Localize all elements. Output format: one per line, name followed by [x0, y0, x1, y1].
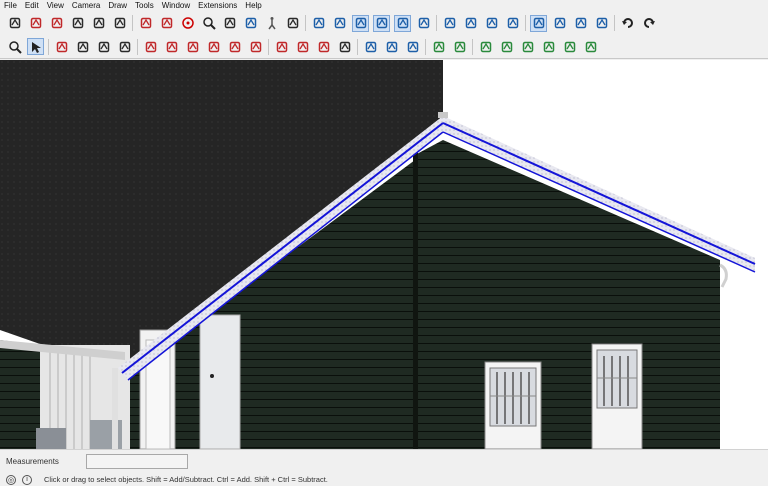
gutter-end	[719, 263, 728, 288]
menu-file[interactable]: File	[4, 0, 17, 11]
warehouse-icon[interactable]	[540, 38, 557, 55]
toolbar-separator	[472, 38, 473, 55]
status-hint: Click or drag to select objects. Shift =…	[44, 475, 328, 484]
zoom-extents-icon[interactable]	[221, 15, 238, 32]
dimension-icon[interactable]	[294, 38, 311, 55]
user-icon[interactable]	[451, 38, 468, 55]
back-wall	[0, 340, 40, 449]
push-pull-icon[interactable]	[142, 38, 159, 55]
ridge-cap	[438, 112, 448, 118]
drawing-toolbar	[0, 35, 768, 59]
sandbox-icon[interactable]	[383, 38, 400, 55]
menu-edit[interactable]: Edit	[25, 0, 39, 11]
measurements-input[interactable]	[86, 454, 188, 469]
status-bar: ◎ i Click or drag to select objects. Shi…	[0, 473, 768, 486]
window-left	[484, 361, 542, 449]
layers-icon[interactable]	[404, 38, 421, 55]
follow-me-icon[interactable]	[163, 38, 180, 55]
pencil-icon[interactable]	[74, 38, 91, 55]
dynamic-component-icon[interactable]	[477, 38, 494, 55]
outliner-icon[interactable]	[561, 38, 578, 55]
window-right	[591, 343, 643, 449]
top-view-icon[interactable]	[331, 15, 348, 32]
back-edges-icon[interactable]	[483, 15, 500, 32]
right-view-icon[interactable]	[373, 14, 390, 32]
menu-draw[interactable]: Draw	[108, 0, 127, 11]
measurements-bar: Measurements	[0, 449, 768, 473]
menu-view[interactable]: View	[47, 0, 64, 11]
walk-icon[interactable]	[263, 15, 280, 32]
xray-icon[interactable]	[462, 15, 479, 32]
door-glass	[199, 314, 241, 449]
rotate-icon[interactable]	[48, 15, 65, 32]
rotate-icon[interactable]	[205, 38, 222, 55]
measurements-label: Measurements	[6, 457, 59, 466]
menu-extensions[interactable]: Extensions	[198, 0, 237, 11]
toolbar-separator	[436, 15, 437, 31]
toolbar-separator	[132, 15, 133, 31]
menu-window[interactable]: Window	[162, 0, 190, 11]
back-view-icon[interactable]	[394, 14, 411, 32]
corner-board	[413, 150, 418, 449]
undo-icon[interactable]	[619, 15, 636, 32]
porch-chair-left	[36, 428, 66, 449]
axes-icon[interactable]	[90, 15, 107, 32]
toolbar-separator	[357, 38, 358, 55]
rectangle-icon[interactable]	[116, 38, 133, 55]
toolbar-separator	[305, 15, 306, 31]
geo-location-icon[interactable]: ◎	[6, 474, 16, 485]
menu-bar: File Edit View Camera Draw Tools Window Extensi…	[0, 0, 768, 11]
toolbar-separator	[48, 38, 49, 55]
toolbar-separator	[137, 38, 138, 55]
info-icon[interactable]: i	[22, 474, 32, 485]
text-icon[interactable]	[336, 38, 353, 55]
redo-icon[interactable]	[640, 15, 657, 32]
section-plane-icon[interactable]	[137, 15, 154, 32]
move-icon[interactable]	[27, 15, 44, 32]
left-view-icon[interactable]	[415, 15, 432, 32]
arc-icon[interactable]	[95, 38, 112, 55]
monochrome-icon[interactable]	[593, 15, 610, 32]
solid-tools-icon[interactable]	[362, 38, 379, 55]
house-model[interactable]	[0, 60, 768, 449]
component-icon[interactable]	[430, 38, 447, 55]
zoom-window-icon[interactable]	[6, 38, 23, 55]
model-viewport[interactable]	[0, 60, 768, 449]
extension-icon[interactable]	[498, 38, 515, 55]
front-view-icon[interactable]	[352, 14, 369, 32]
section-cut-icon[interactable]	[158, 15, 175, 32]
eraser-icon[interactable]	[53, 38, 70, 55]
position-camera-icon[interactable]	[441, 15, 458, 32]
paint-icon[interactable]	[6, 15, 23, 32]
select-icon[interactable]	[27, 38, 44, 55]
protractor-icon[interactable]	[315, 38, 332, 55]
iso-view-icon[interactable]	[310, 15, 327, 32]
toolbar-separator	[614, 15, 615, 31]
ruby-icon[interactable]	[519, 38, 536, 55]
shaded-textures-icon[interactable]	[572, 15, 589, 32]
shaded-icon[interactable]	[551, 15, 568, 32]
door-handle	[210, 374, 214, 378]
scale-icon[interactable]	[226, 38, 243, 55]
toolbar-separator	[525, 15, 526, 31]
downspout	[112, 368, 118, 449]
zoom-icon[interactable]	[200, 15, 217, 32]
offset-icon[interactable]	[247, 38, 264, 55]
menu-help[interactable]: Help	[245, 0, 261, 11]
main-toolbar	[0, 11, 768, 35]
tape-measure-icon[interactable]	[273, 38, 290, 55]
menu-camera[interactable]: Camera	[72, 0, 100, 11]
hidden-line-icon[interactable]	[530, 14, 547, 32]
previous-view-icon[interactable]	[242, 15, 259, 32]
scenes-icon[interactable]	[582, 38, 599, 55]
wireframe-icon[interactable]	[504, 15, 521, 32]
text-icon[interactable]	[69, 15, 86, 32]
3d-text-icon[interactable]	[111, 15, 128, 32]
move-icon[interactable]	[184, 38, 201, 55]
toolbar-separator	[425, 38, 426, 55]
orbit-icon[interactable]	[179, 15, 196, 32]
menu-tools[interactable]: Tools	[135, 0, 154, 11]
toolbar-separator	[268, 38, 269, 55]
look-around-icon[interactable]	[284, 15, 301, 32]
